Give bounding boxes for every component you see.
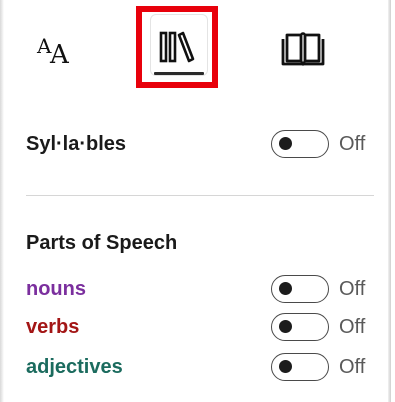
nouns-toggle[interactable] — [271, 275, 329, 303]
text-size-icon: A A — [37, 33, 69, 70]
nouns-label: nouns — [26, 277, 86, 300]
syllables-toggle[interactable] — [271, 130, 329, 158]
verbs-toggle-state: Off — [339, 315, 366, 338]
toggle-knob — [279, 320, 292, 333]
adjectives-row: adjectives Off — [26, 352, 371, 382]
adjectives-toggle-group[interactable]: Off — [271, 353, 371, 381]
syllables-toggle-state: Off — [339, 132, 366, 155]
verbs-toggle[interactable] — [271, 313, 329, 341]
syllables-row: Syl·la·bles Off — [26, 129, 371, 159]
adjectives-label: adjectives — [26, 355, 123, 378]
tab-text-preferences[interactable]: A A — [22, 10, 88, 85]
toggle-knob — [279, 137, 292, 150]
syllables-label: Syl·la·bles — [26, 132, 127, 155]
nouns-row: nouns Off — [26, 274, 371, 304]
adjectives-toggle-state: Off — [339, 355, 366, 378]
immersive-reader-panel: A A Syl·la·bles Off Parts of Speech noun… — [0, 0, 395, 402]
verbs-label: verbs — [26, 315, 80, 338]
syllables-toggle-group[interactable]: Off — [271, 130, 371, 158]
toggle-knob — [279, 360, 292, 373]
toggle-knob — [279, 282, 292, 295]
panel-right-edge — [388, 0, 391, 402]
verbs-toggle-group[interactable]: Off — [271, 313, 371, 341]
adjectives-toggle[interactable] — [271, 353, 329, 381]
verbs-row: verbs Off — [26, 312, 371, 342]
options-toolbar: A A — [0, 0, 385, 95]
tab-reading-preferences[interactable] — [268, 10, 338, 85]
selection-highlight — [136, 6, 218, 88]
open-book-icon — [281, 31, 325, 66]
section-divider — [26, 195, 374, 196]
nouns-toggle-group[interactable]: Off — [271, 275, 371, 303]
nouns-toggle-state: Off — [339, 277, 366, 300]
parts-of-speech-title: Parts of Speech — [26, 232, 178, 254]
